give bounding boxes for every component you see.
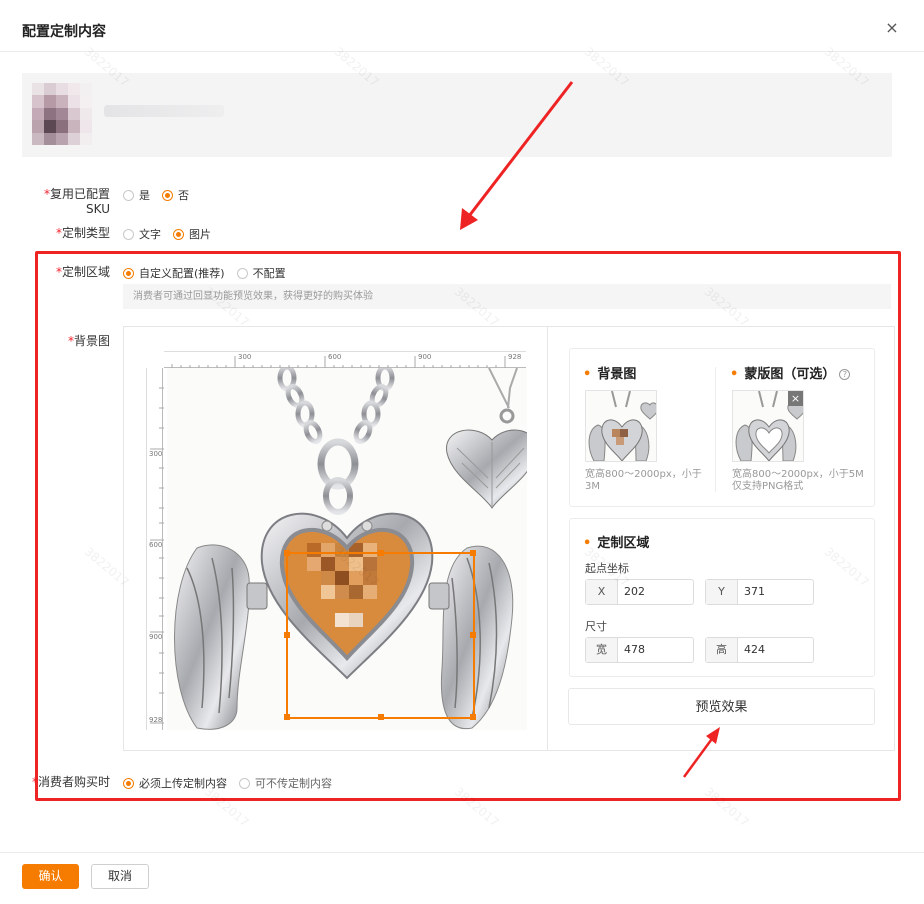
confirm-button[interactable]: 确认	[22, 864, 79, 889]
annotation-arrows	[460, 81, 720, 778]
cancel-button[interactable]: 取消	[91, 864, 149, 889]
